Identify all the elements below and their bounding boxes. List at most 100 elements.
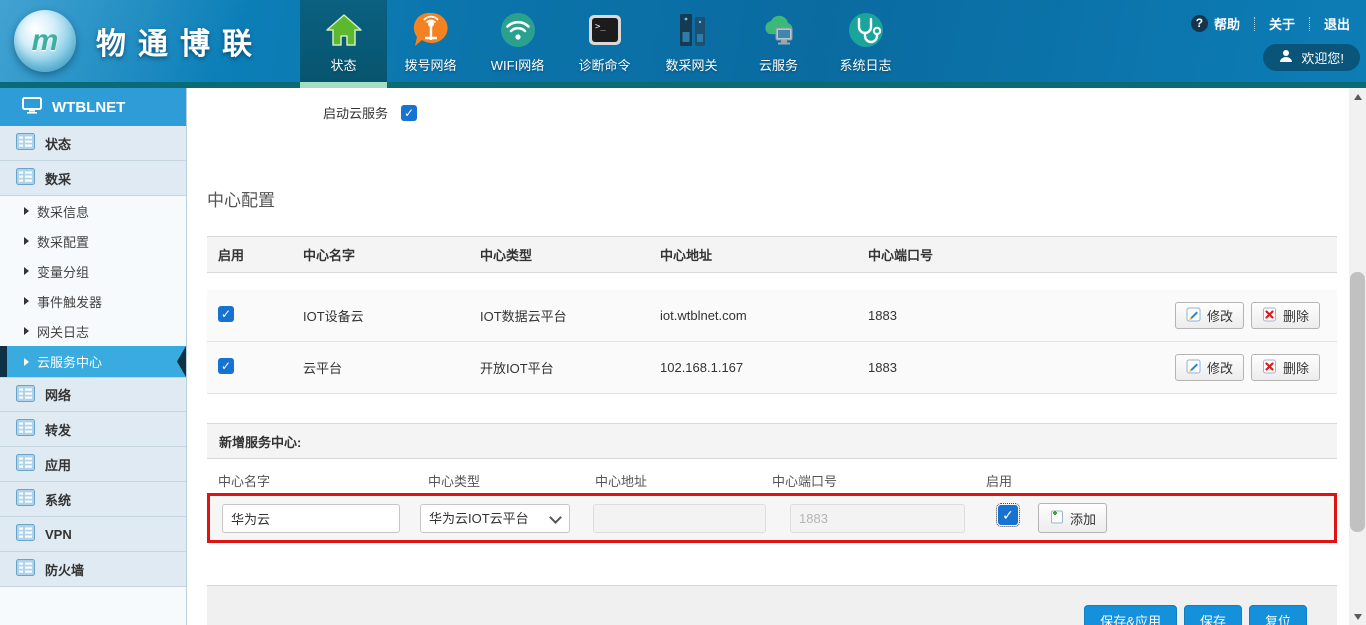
app-header: m 物通博联 状态 拨号网络 WIFI网络 [0, 0, 1366, 88]
nav-dialup-network[interactable]: 拨号网络 [387, 0, 474, 88]
row-enable-checkbox[interactable] [218, 306, 234, 322]
list-icon [16, 419, 35, 439]
save-apply-button[interactable]: 保存&应用 [1084, 605, 1177, 625]
monitor-icon [22, 97, 42, 118]
row-enable-checkbox[interactable] [218, 358, 234, 374]
enable-cloud-checkbox[interactable] [401, 105, 417, 121]
table-body: IOT设备云 IOT数据云平台 iot.wtblnet.com 1883 修改 [207, 290, 1337, 394]
sidebar-item-gateway-log[interactable]: 网关日志 [0, 316, 186, 346]
add-icon [1049, 509, 1064, 527]
list-icon [16, 559, 35, 579]
edit-icon [1186, 307, 1201, 325]
list-icon [16, 524, 35, 544]
table-row: IOT设备云 IOT数据云平台 iot.wtblnet.com 1883 修改 [207, 290, 1337, 342]
center-name: IOT设备云 [303, 306, 480, 325]
logo-text: 物通博联 [96, 19, 264, 63]
terminal-icon: >_ [584, 9, 626, 51]
sidebar-item-status[interactable]: 状态 [0, 126, 186, 161]
delete-button[interactable]: 删除 [1251, 302, 1320, 329]
center-port: 1883 [868, 360, 1173, 375]
dialup-icon [410, 9, 452, 51]
add-form-row-highlighted: 华为云IOT云平台 添加 [207, 493, 1337, 543]
enable-cloud-label: 启动云服务 [323, 103, 388, 122]
link-divider [1309, 17, 1310, 31]
home-icon [323, 9, 365, 51]
edit-icon [1186, 359, 1201, 377]
section-title: 中心配置 [207, 186, 275, 211]
nav-system-log[interactable]: 系统日志 [822, 0, 909, 88]
nav-wifi-network[interactable]: WIFI网络 [474, 0, 561, 88]
help-icon: ? [1191, 15, 1208, 32]
center-address: 102.168.1.167 [660, 360, 868, 375]
delete-button[interactable]: 删除 [1251, 354, 1320, 381]
sidebar-item-data-info[interactable]: 数采信息 [0, 196, 186, 226]
center-type-select[interactable]: 华为云IOT云平台 [420, 504, 570, 533]
wifi-icon [497, 9, 539, 51]
center-name-input[interactable] [222, 504, 400, 533]
list-icon [16, 133, 35, 153]
add-enable-checkbox[interactable] [998, 505, 1018, 525]
body: WTBLNET 状态 数采 数采信息 数采配置 变量分组 事件触发器 网关日志 … [0, 88, 1366, 625]
sidebar-item-application[interactable]: 应用 [0, 447, 186, 482]
footer-action-bar: 保存&应用 保存 复位 [207, 585, 1337, 625]
user-icon [1279, 49, 1293, 66]
sidebar: WTBLNET 状态 数采 数采信息 数采配置 变量分组 事件触发器 网关日志 … [0, 88, 187, 625]
delete-icon [1262, 359, 1277, 377]
header-links: ? 帮助 关于 退出 [1191, 14, 1350, 33]
center-type: 开放IOT平台 [480, 358, 660, 377]
add-form-labels: 中心名字 中心类型 中心地址 中心端口号 启用 [207, 459, 1337, 493]
scroll-down-arrow[interactable] [1349, 608, 1366, 625]
sidebar-item-data-collection[interactable]: 数采 [0, 161, 186, 196]
welcome-label: 欢迎您! [1301, 48, 1344, 67]
sidebar-item-cloud-service-center[interactable]: 云服务中心 [0, 346, 186, 377]
sidebar-item-vpn[interactable]: VPN [0, 517, 186, 552]
page: m 物通博联 状态 拨号网络 WIFI网络 [0, 0, 1366, 625]
sidebar-item-data-config[interactable]: 数采配置 [0, 226, 186, 256]
nav-data-gateway[interactable]: 数采网关 [648, 0, 735, 88]
add-service-center-section: 新增服务中心: 中心名字 中心类型 中心地址 中心端口号 启用 华为云IOT云平… [207, 423, 1337, 543]
sidebar-header: WTBLNET [0, 88, 186, 126]
delete-icon [1262, 307, 1277, 325]
center-type: IOT数据云平台 [480, 306, 660, 325]
center-address-input [593, 504, 766, 533]
list-icon [16, 168, 35, 188]
sidebar-item-system[interactable]: 系统 [0, 482, 186, 517]
cloud-icon [758, 9, 800, 51]
help-link[interactable]: 帮助 [1214, 14, 1240, 33]
welcome-button[interactable]: 欢迎您! [1263, 44, 1360, 71]
edit-button[interactable]: 修改 [1175, 302, 1244, 329]
list-icon [16, 385, 35, 405]
center-name: 云平台 [303, 358, 480, 377]
logo: m 物通博联 [14, 10, 264, 72]
link-divider [1254, 17, 1255, 31]
center-type-select-wrap: 华为云IOT云平台 [420, 504, 570, 533]
table-row: 云平台 开放IOT平台 102.168.1.167 1883 修改 删除 [207, 342, 1337, 394]
center-address: iot.wtblnet.com [660, 308, 868, 323]
save-button[interactable]: 保存 [1184, 605, 1242, 625]
sidebar-item-forwarding[interactable]: 转发 [0, 412, 186, 447]
scrollbar-thumb[interactable] [1350, 272, 1365, 532]
sidebar-item-variable-group[interactable]: 变量分组 [0, 256, 186, 286]
main-content: 启动云服务 中心配置 启用 中心名字 中心类型 中心地址 中心端口号 IOT设备… [187, 88, 1349, 625]
scroll-up-arrow[interactable] [1349, 88, 1366, 105]
add-button[interactable]: 添加 [1038, 503, 1107, 533]
nav-diagnostic-command[interactable]: >_ 诊断命令 [561, 0, 648, 88]
list-icon [16, 489, 35, 509]
reset-button[interactable]: 复位 [1249, 605, 1307, 625]
vertical-scrollbar[interactable] [1349, 88, 1366, 625]
sidebar-item-network[interactable]: 网络 [0, 377, 186, 412]
center-port-input [790, 504, 965, 533]
sidebar-title: WTBLNET [52, 99, 125, 116]
list-icon [16, 454, 35, 474]
nav-cloud-service[interactable]: 云服务 [735, 0, 822, 88]
svg-text:>_: >_ [595, 22, 606, 32]
sidebar-item-event-trigger[interactable]: 事件触发器 [0, 286, 186, 316]
about-link[interactable]: 关于 [1269, 14, 1295, 33]
top-nav: 状态 拨号网络 WIFI网络 >_ 诊断命令 [300, 0, 909, 88]
nav-status[interactable]: 状态 [300, 0, 387, 88]
gateway-icon [671, 9, 713, 51]
syslog-icon [845, 9, 887, 51]
sidebar-item-firewall[interactable]: 防火墙 [0, 552, 186, 587]
edit-button[interactable]: 修改 [1175, 354, 1244, 381]
logout-link[interactable]: 退出 [1324, 14, 1350, 33]
